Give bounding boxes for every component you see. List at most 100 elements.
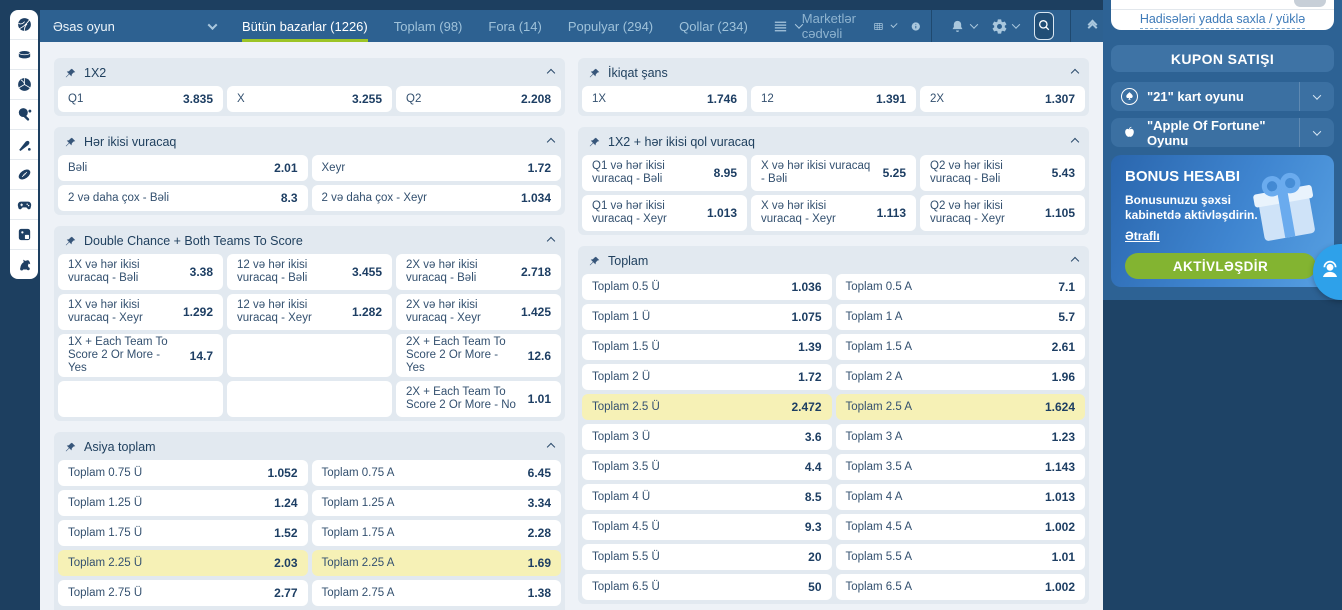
odds-cell[interactable]: Bəli 2.01	[58, 155, 308, 181]
odds-cell[interactable]: Toplam 1.5 A 2.61	[835, 334, 1085, 360]
odds-cell[interactable]: 12 və hər ikisi vuracaq - Xeyr 1.282	[227, 294, 392, 330]
sidebar-sport-table-tennis[interactable]	[10, 100, 38, 130]
quick-game-21-kart-oyunu[interactable]: "21" kart oyunu	[1111, 82, 1334, 111]
odds-cell[interactable]: 2X + Each Team To Score 2 Or More - Yes 1…	[396, 334, 561, 377]
odds-cell[interactable]: Toplam 6.5 A 1.002	[835, 574, 1085, 600]
markets-table-control[interactable]: Marketlər cədvəli	[802, 11, 898, 41]
settings-control[interactable]	[991, 18, 1021, 35]
sidebar-sport-ice-hockey[interactable]	[10, 40, 38, 70]
odds-cell[interactable]: Toplam 1.25 A 3.34	[311, 490, 561, 516]
odds-cell[interactable]: 2 və daha çox - Bəli 8.3	[58, 185, 308, 211]
odds-cell[interactable]: Toplam 4.5 Ü 9.3	[582, 514, 832, 540]
odds-cell[interactable]: Toplam 4.5 A 1.002	[835, 514, 1085, 540]
dice-games-icon	[16, 226, 33, 243]
odds-cell[interactable]: Toplam 2 A 1.96	[835, 364, 1085, 390]
odds-cell[interactable]: 2 və daha çox - Xeyr 1.034	[311, 185, 561, 211]
toggle-switch[interactable]	[1294, 0, 1326, 7]
odds-cell[interactable]: Toplam 3.5 Ü 4.4	[582, 454, 832, 480]
odds-cell[interactable]: X 3.255	[227, 86, 392, 112]
tab-toplam-98[interactable]: Toplam (98)	[394, 10, 463, 42]
odds-cell[interactable]: Q1 3.835	[58, 86, 223, 112]
odds-cell[interactable]: Toplam 0.75 Ü 1.052	[58, 460, 308, 486]
odds-cell[interactable]: Q2 və hər ikisi vuracaq - Bəli 5.43	[920, 155, 1085, 191]
odds-cell[interactable]: Toplam 3 A 1.23	[835, 424, 1085, 450]
odds-cell[interactable]: Toplam 2.75 A 1.38	[311, 580, 561, 606]
odds-cell[interactable]: Toplam 2 Ü 1.72	[582, 364, 832, 390]
odds-cell[interactable]: 1X və hər ikisi vuracaq - Xeyr 1.292	[58, 294, 223, 330]
odds-cell[interactable]: Toplam 1 Ü 1.075	[582, 304, 832, 330]
odds-cell[interactable]: Toplam 1.75 A 2.28	[311, 520, 561, 546]
tab-qollar-234[interactable]: Qollar (234)	[679, 10, 748, 42]
market-card-header[interactable]: İkiqat şans	[581, 61, 1086, 85]
odds-cell[interactable]: Q1 və hər ikisi vuracaq - Bəli 8.95	[582, 155, 747, 191]
odds-cell[interactable]: 1X və hər ikisi vuracaq - Bəli 3.38	[58, 254, 223, 290]
odds-cell[interactable]: 2X və hər ikisi vuracaq - Bəli 2.718	[396, 254, 561, 290]
market-title: Asiya toplam	[84, 440, 156, 454]
main-game-dropdown[interactable]: Əsas oyun	[40, 10, 228, 42]
sidebar-sport-american-football[interactable]	[10, 160, 38, 190]
odds-cell[interactable]: 12 və hər ikisi vuracaq - Bəli 3.455	[227, 254, 392, 290]
market-card-header[interactable]: Hər ikisi vuracaq	[57, 130, 562, 154]
odds-cell[interactable]: Toplam 4 Ü 8.5	[582, 484, 832, 510]
odds-cell[interactable]: Toplam 5.5 A 1.01	[835, 544, 1085, 570]
tab-populyar-294[interactable]: Populyar (294)	[568, 10, 653, 42]
odds-cell[interactable]: Toplam 2.5 Ü 2.472	[582, 394, 832, 420]
odds-cell[interactable]: Toplam 1.75 Ü 1.52	[58, 520, 308, 546]
odds-cell[interactable]: 1X + Each Team To Score 2 Or More - Yes 1…	[58, 334, 223, 377]
odds-cell[interactable]: Toplam 0.5 A 7.1	[835, 274, 1085, 300]
odds-cell[interactable]: Toplam 3.5 A 1.143	[835, 454, 1085, 480]
odds-cell[interactable]: Q2 2.208	[396, 86, 561, 112]
odds-cell[interactable]: Toplam 4 A 1.013	[835, 484, 1085, 510]
sidebar-sport-dice-games[interactable]	[10, 220, 38, 250]
odds-cell[interactable]: Toplam 1 A 5.7	[835, 304, 1085, 330]
odds-cell[interactable]: X və hər ikisi vuracaq - Xeyr 1.113	[751, 195, 916, 231]
search-button[interactable]	[1034, 12, 1054, 40]
odds-cell[interactable]: Toplam 6.5 Ü 50	[582, 574, 832, 600]
tab-fora-14[interactable]: Fora (14)	[488, 10, 541, 42]
odds-cell[interactable]: X və hər ikisi vuracaq - Bəli 5.25	[751, 155, 916, 191]
odds-cell[interactable]: Toplam 0.5 Ü 1.036	[582, 274, 832, 300]
market-card-header[interactable]: 1X2	[57, 61, 562, 85]
odds-cell[interactable]: 1X 1.746	[582, 86, 747, 112]
odds-cell[interactable]: 2X + Each Team To Score 2 Or More - No 1.…	[396, 381, 561, 417]
save-load-events-link[interactable]: Hadisələri yadda saxla / yüklə	[1111, 12, 1334, 29]
quick-game-expand[interactable]	[1299, 82, 1334, 111]
quick-game-expand[interactable]	[1299, 118, 1334, 147]
odds-cell[interactable]: Xeyr 1.72	[311, 155, 561, 181]
odds-cell[interactable]: 2X və hər ikisi vuracaq - Xeyr 1.425	[396, 294, 561, 330]
odds-cell[interactable]: Q2 və hər ikisi vuracaq - Xeyr 1.105	[920, 195, 1085, 231]
sidebar-sport-horse-racing[interactable]	[10, 250, 38, 279]
sidebar-sport-basketball[interactable]	[10, 10, 38, 40]
sidebar-sport-esports[interactable]	[10, 190, 38, 220]
odds-cell[interactable]: Toplam 2.5 A 1.624	[835, 394, 1085, 420]
odds-value: 1.24	[274, 496, 298, 510]
sidebar-sport-baseball[interactable]	[10, 130, 38, 160]
bonus-details-link[interactable]: Ətraflı	[1125, 229, 1160, 243]
odds-cell[interactable]: Toplam 2.75 Ü 2.77	[58, 580, 308, 606]
odds-cell[interactable]: 2X 1.307	[920, 86, 1085, 112]
odds-cell[interactable]: Q1 və hər ikisi vuracaq - Xeyr 1.013	[582, 195, 747, 231]
odds-cell[interactable]: Toplam 1.25 Ü 1.24	[58, 490, 308, 516]
tab-b-t-n-bazarlar-1226[interactable]: Bütün bazarlar (1226)	[242, 10, 368, 42]
market-card-header[interactable]: Toplam	[581, 249, 1086, 273]
market-card-header[interactable]: 1X2 + hər ikisi qol vuracaq	[581, 130, 1086, 154]
outcome-label: Toplam 1.25 Ü	[68, 496, 143, 509]
sidebar-sport-volleyball[interactable]	[10, 70, 38, 100]
more-markets-menu[interactable]	[772, 18, 804, 35]
notifications-control[interactable]	[949, 18, 979, 35]
odds-cell[interactable]: Toplam 3 Ü 3.6	[582, 424, 832, 450]
odds-cell[interactable]: Toplam 1.5 Ü 1.39	[582, 334, 832, 360]
quick-game-apple-of-fortune-oyunu[interactable]: "Apple Of Fortune" Oyunu	[1111, 118, 1334, 148]
odds-cell[interactable]: Toplam 0.75 A 6.45	[311, 460, 561, 486]
info-icon[interactable]	[910, 18, 922, 35]
markets-header-bar: Əsas oyun Bütün bazarlar (1226) Toplam (9…	[40, 10, 1103, 42]
market-card-header[interactable]: Double Chance + Both Teams To Score	[57, 229, 562, 253]
odds-cell[interactable]: Toplam 2.25 Ü 2.03	[58, 550, 308, 576]
odds-cell[interactable]: Toplam 5.5 Ü 20	[582, 544, 832, 570]
activate-bonus-button[interactable]: AKTİVLƏŞDİR	[1125, 253, 1316, 279]
market-card-header[interactable]: Asiya toplam	[57, 435, 562, 459]
odds-cell[interactable]: 12 1.391	[751, 86, 916, 112]
coupon-sale-button[interactable]: KUPON SATIŞI	[1111, 45, 1334, 72]
collapse-header-button[interactable]	[1082, 10, 1103, 42]
odds-cell[interactable]: Toplam 2.25 A 1.69	[311, 550, 561, 576]
